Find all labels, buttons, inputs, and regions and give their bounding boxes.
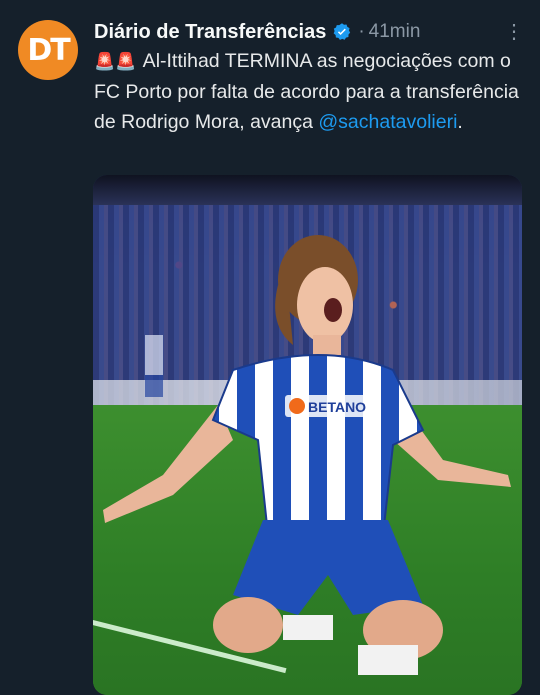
sponsor-logo: BETANO	[308, 399, 366, 415]
author-name[interactable]: Diário de Transferências	[94, 21, 326, 44]
celebrating-player-illustration: BETANO	[103, 235, 511, 675]
tweet-timestamp[interactable]: 41min	[369, 21, 421, 43]
tweet-media-image[interactable]: BETANO	[93, 175, 522, 695]
more-options-icon[interactable]: ⋮	[502, 20, 526, 44]
avatar-initials: DT	[27, 32, 70, 68]
tweet-header: Diário de Transferências · 41min ⋮	[94, 18, 526, 46]
mention-link[interactable]: @sachatavolieri	[318, 111, 457, 133]
tweet-text: 🚨🚨 Al-Ittihad TERMINA as negociações com…	[94, 46, 526, 137]
siren-emoji-icon: 🚨🚨	[94, 52, 137, 71]
header-separator: ·	[358, 21, 365, 42]
tweet-body-end: .	[457, 111, 463, 133]
verified-badge-icon	[333, 23, 351, 40]
author-avatar[interactable]: DT	[18, 20, 78, 80]
